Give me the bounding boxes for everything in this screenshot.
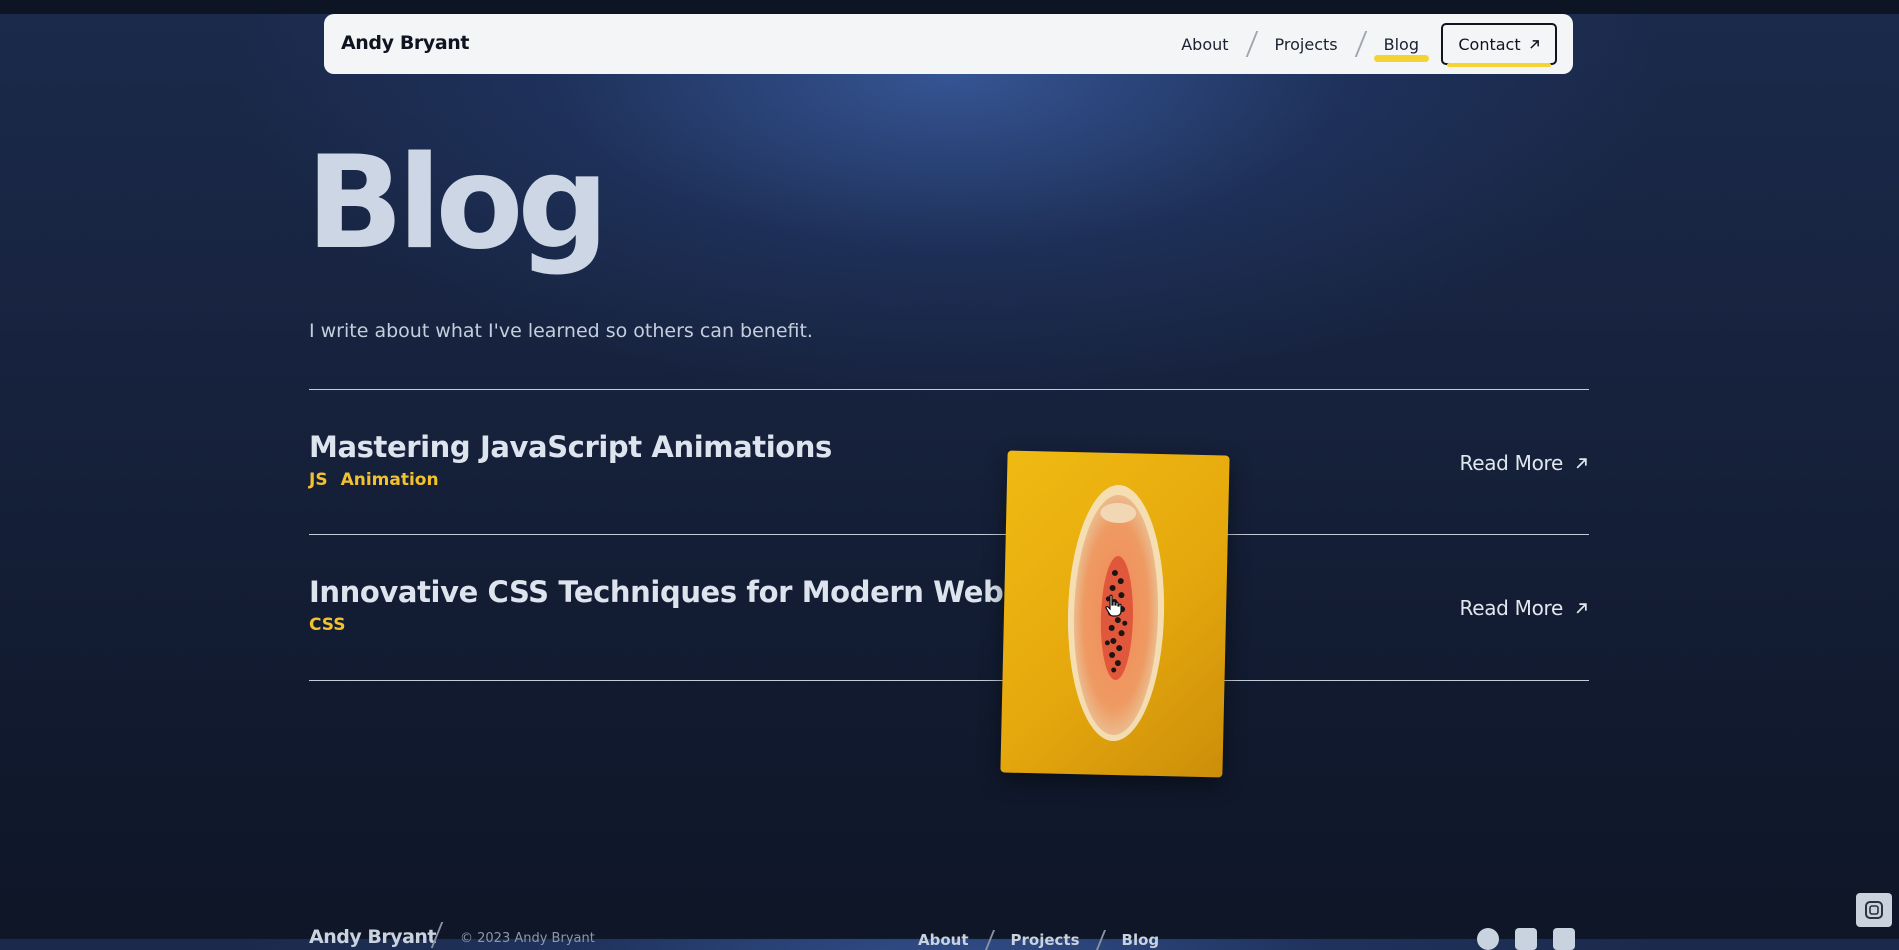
arrow-up-right-icon [1575,451,1588,475]
main-nav: About Projects Blog Contact [1177,22,1557,67]
footer-nav-about[interactable]: About [918,931,969,949]
github-icon[interactable] [1477,928,1499,950]
divider [309,534,1589,535]
read-more-link[interactable]: Read More [1460,451,1589,475]
twitter-icon[interactable] [1515,928,1537,950]
tag: Animation [340,470,439,490]
footer-nav-projects[interactable]: Projects [1011,931,1080,949]
nav-divider [1245,31,1258,57]
read-more-link[interactable]: Read More [1460,596,1589,620]
post-tags: JS Animation [309,470,439,490]
nav-blog[interactable]: Blog [1373,35,1430,62]
screenshot-tool-icon[interactable] [1856,893,1892,927]
site-header: Andy Bryant About Projects Blog Contact [324,14,1573,74]
footer-logo[interactable]: Andy Bryant [309,926,437,948]
arrow-up-right-icon [1529,35,1540,54]
post-tags: CSS [309,615,346,635]
hand-cursor-icon [1104,594,1124,622]
footer-nav-divider [1095,930,1106,950]
nav-projects[interactable]: Projects [1271,35,1342,54]
read-more-label: Read More [1459,596,1564,620]
nav-about[interactable]: About [1177,35,1232,54]
divider [309,680,1589,681]
page-subtitle: I write about what I've learned so other… [309,320,813,342]
contact-button[interactable]: Contact [1441,23,1557,67]
linkedin-icon[interactable] [1553,928,1575,950]
footer-nav-blog[interactable]: Blog [1122,931,1160,949]
page-title: Blog [306,129,609,278]
arrow-up-right-icon [1575,596,1588,620]
footer-socials [1477,928,1575,950]
tag: JS [309,470,328,490]
divider [309,389,1589,390]
top-strip [0,0,1899,14]
footer-nav: About Projects Blog [918,930,1159,950]
nav-divider [1354,31,1367,57]
post-title[interactable]: Innovative CSS Techniques for Modern Web… [309,575,1123,609]
tag: CSS [309,615,346,635]
contact-label: Contact [1458,34,1521,54]
site-logo[interactable]: Andy Bryant [341,32,470,54]
read-more-label: Read More [1459,451,1564,475]
post-title[interactable]: Mastering JavaScript Animations [309,430,832,464]
footer-nav-divider [984,930,995,950]
